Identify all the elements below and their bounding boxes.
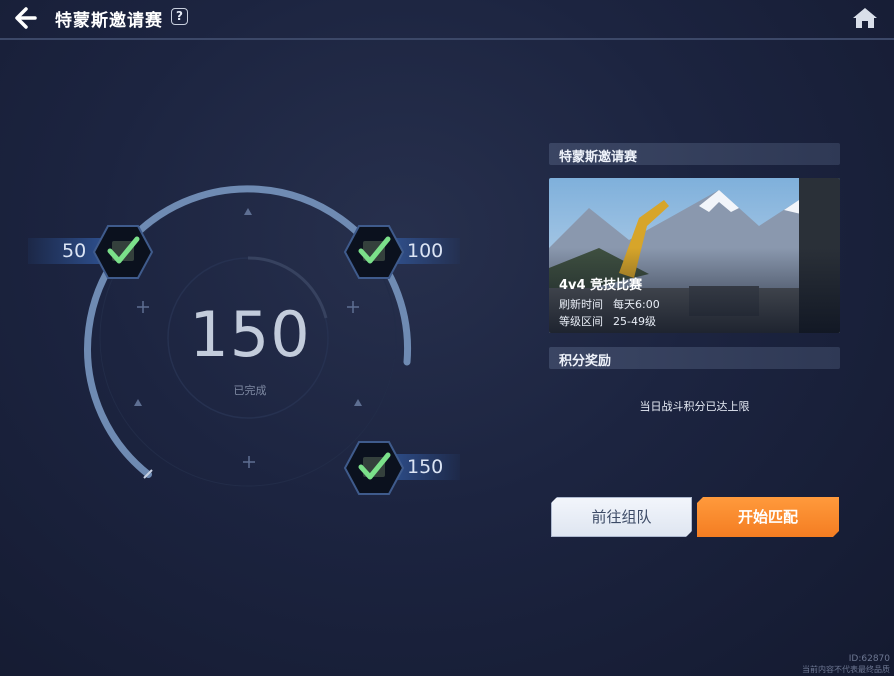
marker-triangle-left (134, 399, 142, 406)
event-info-title: 特蒙斯邀请赛 (559, 150, 638, 165)
refresh-time-label: 刷新时间 (559, 298, 603, 311)
milestone-150-reward-icon[interactable] (343, 440, 405, 496)
marker-triangle-top (244, 208, 252, 215)
reward-status-text: 当日战斗积分已达上限 (639, 400, 750, 413)
event-info-header: 特蒙斯邀请赛 (549, 143, 840, 165)
reward-title: 积分奖励 (559, 354, 612, 369)
go-to-team-button[interactable]: 前往组队 (551, 497, 692, 537)
level-range-row: 等级区间 25-49级 (559, 313, 656, 329)
milestone-50-label: 50 (62, 240, 87, 262)
level-range-label: 等级区间 (559, 315, 603, 328)
milestone-100-reward-icon[interactable] (343, 224, 405, 280)
refresh-time-value: 每天6:00 (613, 298, 660, 311)
watermark-notice: 当前内容不代表最终品质 (802, 665, 890, 674)
milestone-50-reward-icon[interactable] (92, 224, 154, 280)
event-banner: 4v4 竞技比赛 刷新时间 每天6:00 等级区间 25-49级 (549, 178, 840, 333)
milestone-100-label: 100 (407, 240, 444, 262)
progress-value: 150 (189, 298, 311, 371)
reward-header: 积分奖励 (549, 347, 840, 369)
milestone-150-label: 150 (407, 456, 444, 478)
progress-status: 已完成 (233, 384, 267, 397)
refresh-time-row: 刷新时间 每天6:00 (559, 296, 660, 312)
start-match-button[interactable]: 开始匹配 (697, 497, 839, 537)
level-range-value: 25-49级 (613, 315, 656, 328)
event-mode: 4v4 竞技比赛 (559, 278, 643, 293)
watermark-id: ID:62870 (848, 654, 890, 664)
home-icon[interactable] (852, 6, 878, 30)
marker-triangle-right (354, 399, 362, 406)
